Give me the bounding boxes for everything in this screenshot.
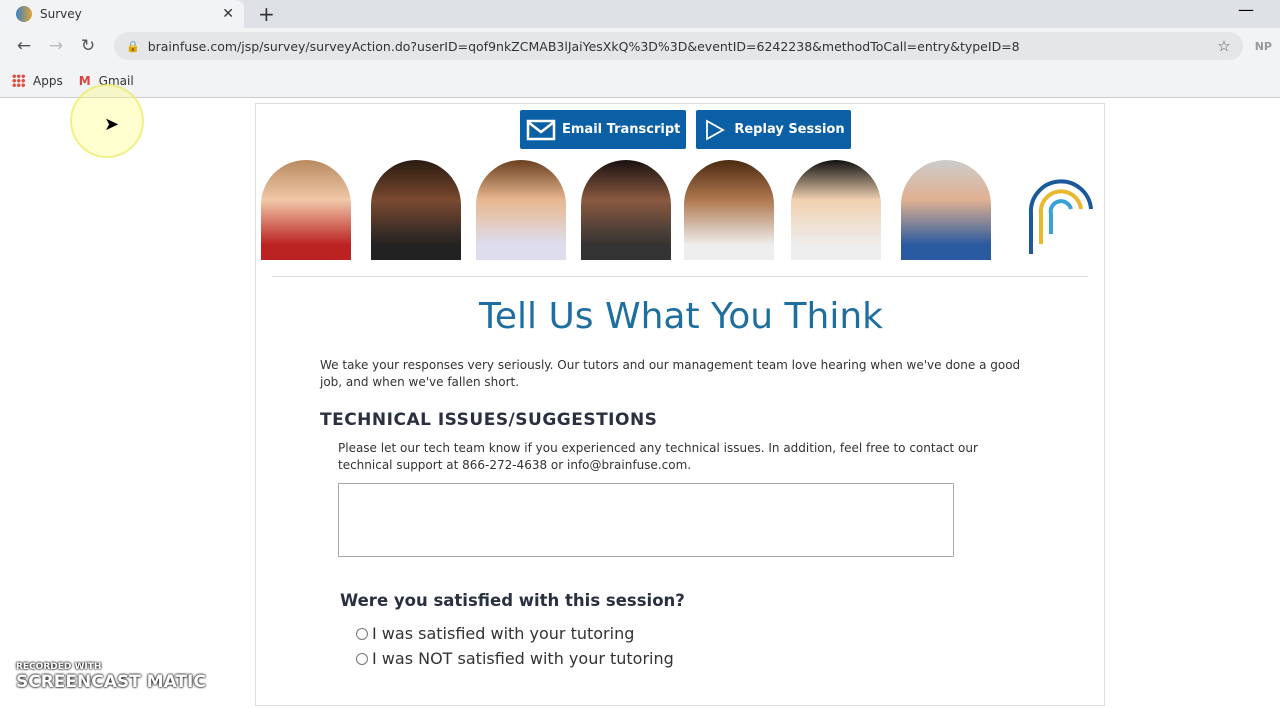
- button-label: Email Transcript: [562, 122, 681, 137]
- url-text[interactable]: brainfuse.com/jsp/survey/surveyAction.do…: [148, 39, 1218, 54]
- profile-avatar[interactable]: NP: [1255, 40, 1272, 53]
- section-heading: TECHNICAL ISSUES/SUGGESTIONS: [320, 410, 658, 430]
- new-tab-button[interactable]: +: [258, 2, 275, 26]
- option-not-satisfied[interactable]: I was NOT satisfied with your tutoring: [356, 649, 674, 668]
- tab-title: Survey: [40, 7, 82, 21]
- intro-text: We take your responses very seriously. O…: [320, 358, 1021, 389]
- play-icon: [706, 118, 726, 141]
- divider: [272, 276, 1088, 277]
- mouse-cursor-icon: ➤: [104, 114, 120, 135]
- address-bar[interactable]: 🔒 brainfuse.com/jsp/survey/surveyAction.…: [114, 32, 1243, 60]
- screencast-watermark: RECORDED WITH SCREENCAST MATIC: [16, 662, 206, 692]
- button-label: Replay Session: [734, 122, 845, 137]
- suggestions-textarea[interactable]: [338, 483, 954, 557]
- bookmark-star-icon[interactable]: ☆: [1217, 37, 1230, 55]
- people-banner: [256, 160, 1106, 260]
- bookmark-label: Apps: [33, 73, 63, 88]
- option-satisfied[interactable]: I was satisfied with your tutoring: [356, 624, 634, 643]
- close-tab-icon[interactable]: ✕: [222, 6, 234, 22]
- favicon-icon: [16, 6, 32, 22]
- email-transcript-button[interactable]: Email Transcript: [520, 110, 687, 149]
- brainfuse-logo: [1028, 179, 1093, 254]
- tab-bar: Survey ✕ + —: [0, 0, 1280, 28]
- bookmark-apps[interactable]: Apps: [12, 74, 63, 88]
- page-title: Tell Us What You Think: [478, 296, 883, 337]
- watermark-top: RECORDED WITH: [16, 662, 102, 672]
- gmail-icon: M: [78, 73, 91, 88]
- reload-icon[interactable]: ↻: [72, 36, 104, 56]
- minimize-button[interactable]: —: [1238, 0, 1254, 19]
- option-label: I was NOT satisfied with your tutoring: [372, 649, 674, 668]
- browser-toolbar: ← → ↻ 🔒 brainfuse.com/jsp/survey/surveyA…: [0, 28, 1280, 64]
- envelope-icon: [526, 119, 556, 140]
- forward-icon[interactable]: →: [40, 36, 72, 56]
- survey-page: Email Transcript Replay Session Tell Us …: [255, 103, 1105, 706]
- back-icon[interactable]: ←: [8, 36, 40, 56]
- option-label: I was satisfied with your tutoring: [372, 624, 635, 643]
- satisfied-radio[interactable]: [356, 627, 368, 640]
- not-satisfied-radio[interactable]: [356, 652, 368, 665]
- bookmarks-bar: Apps M Gmail: [0, 64, 1280, 98]
- lock-icon: 🔒: [126, 39, 140, 53]
- tab-survey[interactable]: Survey ✕: [0, 0, 244, 28]
- satisfaction-question: Were you satisfied with this session?: [340, 591, 685, 610]
- apps-grid-icon: [12, 74, 25, 87]
- replay-session-button[interactable]: Replay Session: [696, 110, 851, 149]
- watermark-bottom: SCREENCAST MATIC: [16, 672, 206, 692]
- section-help-text: Please let our tech team know if you exp…: [338, 441, 978, 472]
